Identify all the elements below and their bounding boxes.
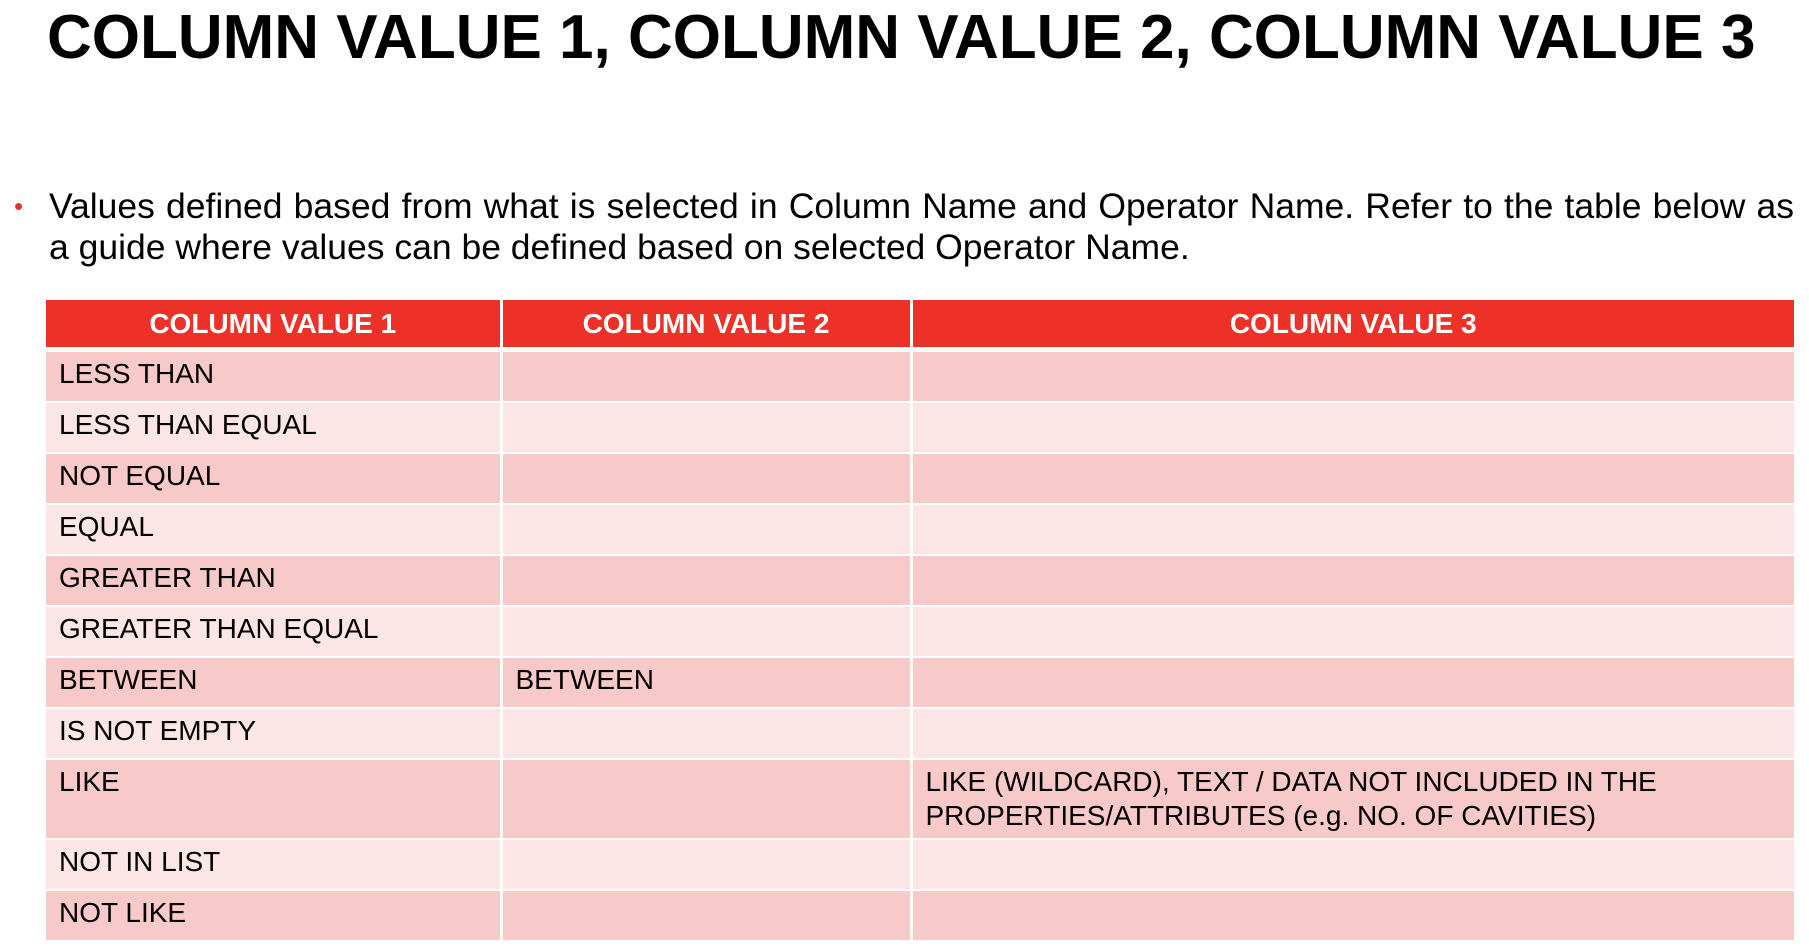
header-column-value-3: COLUMN VALUE 3 <box>909 300 1794 352</box>
table-cell <box>909 889 1794 942</box>
table-row: LESS THAN <box>46 348 1794 403</box>
bullet-icon: • <box>14 191 24 221</box>
table-cell: IS NOT EMPTY <box>46 707 503 760</box>
table-row: NOT EQUAL <box>46 452 1794 505</box>
table-cell <box>499 889 913 942</box>
table-cell <box>499 401 913 454</box>
table-cell <box>499 758 913 840</box>
table-row: GREATER THAN <box>46 554 1794 607</box>
table-cell: LIKE (WILDCARD), TEXT / DATA NOT INCLUDE… <box>909 758 1794 840</box>
table-row: LIKE LIKE (WILDCARD), TEXT / DATA NOT IN… <box>46 758 1794 840</box>
table-row: LESS THAN EQUAL <box>46 401 1794 454</box>
table-cell <box>499 838 913 891</box>
table-cell <box>499 707 913 760</box>
header-column-value-1: COLUMN VALUE 1 <box>46 300 503 352</box>
header-column-value-2: COLUMN VALUE 2 <box>499 300 913 352</box>
table-cell <box>499 554 913 607</box>
operator-guide-table: COLUMN VALUE 1 COLUMN VALUE 2 COLUMN VAL… <box>46 300 1794 942</box>
table-row: BETWEEN BETWEEN <box>46 656 1794 709</box>
table-cell <box>909 554 1794 607</box>
table-cell: NOT IN LIST <box>46 838 503 891</box>
table-cell <box>909 452 1794 505</box>
table-cell: LESS THAN <box>46 348 503 403</box>
table-cell: NOT EQUAL <box>46 452 503 505</box>
table-row: IS NOT EMPTY <box>46 707 1794 760</box>
bullet-paragraph: • Values defined based from what is sele… <box>14 186 1794 268</box>
table-cell <box>909 348 1794 403</box>
page-title: COLUMN VALUE 1, COLUMN VALUE 2, COLUMN V… <box>47 3 1756 72</box>
table-cell <box>499 605 913 658</box>
table-cell <box>909 838 1794 891</box>
table-cell <box>499 452 913 505</box>
table-header-row: COLUMN VALUE 1 COLUMN VALUE 2 COLUMN VAL… <box>46 300 1794 352</box>
table-cell: NOT LIKE <box>46 889 503 942</box>
table-cell: EQUAL <box>46 503 503 556</box>
table-cell <box>909 707 1794 760</box>
table-cell <box>909 503 1794 556</box>
table-cell: LIKE <box>46 758 503 840</box>
table-cell: BETWEEN <box>46 656 503 709</box>
table-cell: GREATER THAN <box>46 554 503 607</box>
table-cell <box>909 656 1794 709</box>
table-cell <box>499 503 913 556</box>
table-cell: GREATER THAN EQUAL <box>46 605 503 658</box>
bullet-text: Values defined based from what is select… <box>49 186 1794 267</box>
table-cell <box>499 348 913 403</box>
table-cell <box>909 605 1794 658</box>
table-cell: BETWEEN <box>499 656 913 709</box>
table-row: GREATER THAN EQUAL <box>46 605 1794 658</box>
table-cell: LESS THAN EQUAL <box>46 401 503 454</box>
table-row: NOT LIKE <box>46 889 1794 942</box>
table-cell <box>909 401 1794 454</box>
table-row: NOT IN LIST <box>46 838 1794 891</box>
table-row: EQUAL <box>46 503 1794 556</box>
